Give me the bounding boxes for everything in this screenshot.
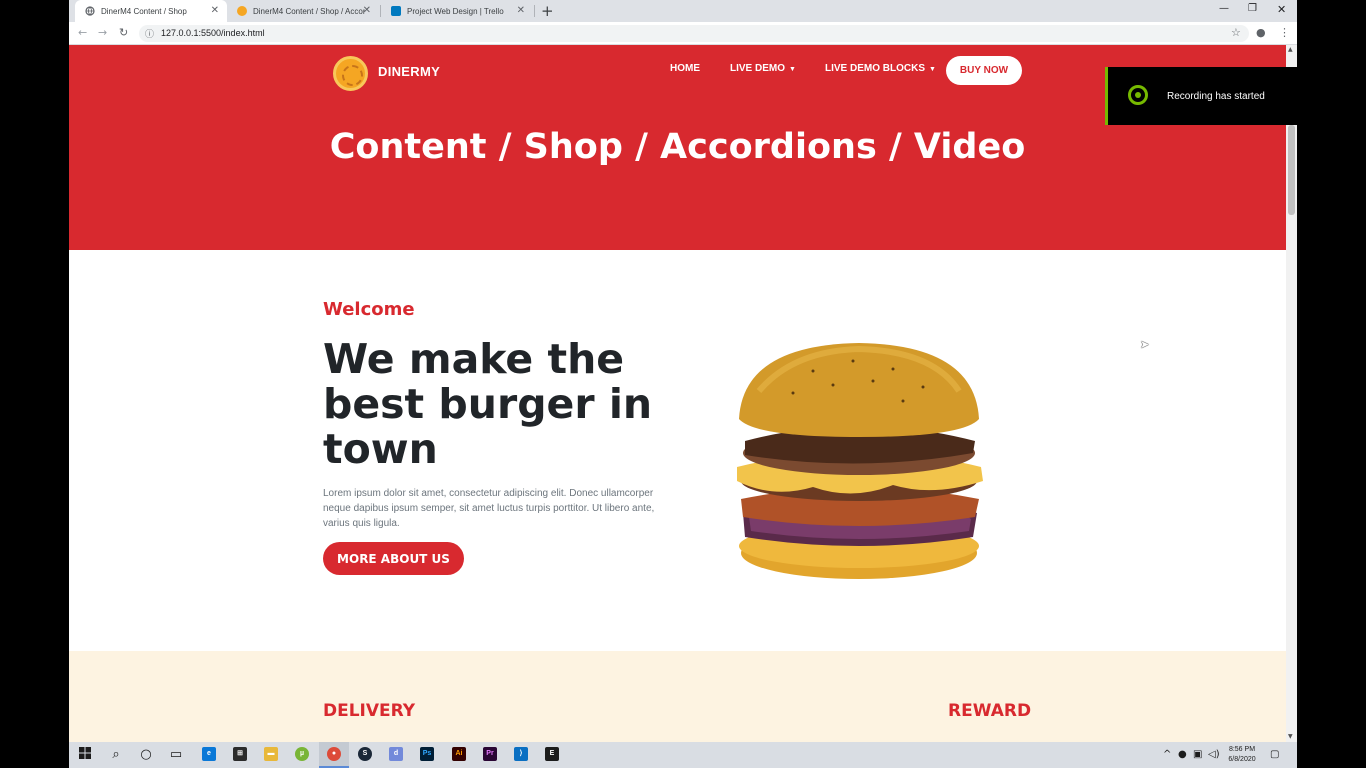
- tab-trello[interactable]: Project Web Design | Trello ✕: [381, 0, 533, 22]
- recording-notification: Recording has started: [1105, 67, 1297, 125]
- scroll-up-icon[interactable]: ▲: [1288, 46, 1293, 53]
- intro-paragraph: Lorem ipsum dolor sit amet, consectetur …: [323, 488, 655, 529]
- cortana-icon[interactable]: ○: [138, 747, 154, 763]
- clock-date: 6/8/2020: [1228, 756, 1256, 763]
- new-tab-icon[interactable]: +: [541, 2, 554, 20]
- file-explorer-icon[interactable]: ▬: [264, 747, 278, 761]
- epic-games-icon[interactable]: E: [545, 747, 559, 761]
- tray-chevron-icon[interactable]: ^: [1163, 749, 1171, 760]
- nav-home[interactable]: HOME: [670, 63, 700, 74]
- profile-icon[interactable]: ●: [1256, 26, 1266, 39]
- vscode-icon[interactable]: ⟩: [514, 747, 528, 761]
- notification-message: Recording has started: [1167, 91, 1265, 102]
- tab-dinerm4-content-shop[interactable]: DinerM4 Content / Shop ✕: [75, 0, 227, 22]
- globe-icon: [85, 6, 95, 16]
- photoshop-icon[interactable]: Ps: [420, 747, 434, 761]
- record-icon: [1128, 85, 1148, 105]
- back-icon[interactable]: ←: [78, 26, 87, 39]
- close-window-icon[interactable]: ✕: [1277, 3, 1286, 16]
- hero-header: DINERMY HOME LIVE DEMO ▼ LIVE DEMO BLOCKS…: [69, 45, 1286, 250]
- address-bar[interactable]: ⓘ 127.0.0.1:5500/index.html: [139, 25, 1249, 42]
- burger-image: [737, 343, 983, 579]
- forward-icon[interactable]: →: [98, 26, 107, 39]
- clock-time: 8:56 PM: [1228, 746, 1256, 753]
- page-scrollbar[interactable]: ▲ ▼: [1286, 45, 1297, 742]
- bookmark-star-icon[interactable]: ☆: [1231, 26, 1241, 39]
- feature-delivery: DELIVERY: [323, 701, 416, 721]
- mouse-cursor-icon: ➤: [1140, 338, 1150, 351]
- premiere-icon[interactable]: Pr: [483, 747, 497, 761]
- scrollbar-thumb[interactable]: [1288, 125, 1295, 215]
- tab-label: Project Web Design | Trello: [407, 6, 504, 16]
- tab-label: DinerM4 Content / Shop: [101, 6, 187, 16]
- tab-dinerm4-accordions[interactable]: DinerM4 Content / Shop / Accor... ✕: [227, 0, 379, 22]
- trello-icon: [391, 6, 401, 16]
- feature-reward: REWARD: [948, 701, 1032, 721]
- chrome-icon[interactable]: ●: [327, 747, 341, 761]
- features-band: DELIVERY REWARD: [69, 651, 1286, 742]
- task-view-icon[interactable]: ▭: [168, 747, 184, 763]
- store-icon[interactable]: ⊞: [233, 747, 247, 761]
- steam-icon[interactable]: S: [358, 747, 372, 761]
- browser-toolbar: ← → ↻ ⓘ 127.0.0.1:5500/index.html ☆ ● ⋮: [69, 22, 1297, 45]
- action-center-icon[interactable]: ▢: [1270, 749, 1279, 760]
- discord-icon[interactable]: d: [389, 747, 403, 761]
- network-icon[interactable]: ▣: [1193, 749, 1202, 760]
- illustrator-icon[interactable]: Ai: [452, 747, 466, 761]
- scroll-down-icon[interactable]: ▼: [1288, 733, 1293, 740]
- welcome-subtitle: Welcome: [323, 299, 415, 320]
- minimize-icon[interactable]: —: [1219, 3, 1229, 14]
- menu-dots-icon[interactable]: ⋮: [1279, 26, 1290, 39]
- nav-live-demo-blocks-label: LIVE DEMO BLOCKS: [825, 63, 926, 74]
- tab-label: DinerM4 Content / Shop / Accor...: [253, 6, 365, 16]
- windows-start-icon[interactable]: [77, 747, 93, 763]
- edge-icon[interactable]: e: [202, 747, 216, 761]
- url-text: 127.0.0.1:5500/index.html: [161, 28, 265, 38]
- buy-now-button[interactable]: BUY NOW: [946, 56, 1022, 85]
- brand-name[interactable]: DINERMY: [378, 64, 440, 79]
- info-icon[interactable]: ⓘ: [145, 27, 154, 40]
- headline: We make the best burger in town: [323, 335, 653, 473]
- pizza-favicon-icon: [237, 6, 247, 16]
- desktop: DinerM4 Content / Shop ✕ DinerM4 Content…: [0, 0, 1366, 768]
- caret-down-icon: ▼: [929, 66, 936, 73]
- caret-down-icon: ▼: [789, 66, 796, 73]
- nav-live-demo[interactable]: LIVE DEMO ▼: [730, 63, 796, 74]
- close-tab-icon[interactable]: ✕: [211, 5, 219, 16]
- close-tab-icon[interactable]: ✕: [363, 5, 371, 16]
- reload-icon[interactable]: ↻: [119, 26, 128, 39]
- pizza-logo-icon[interactable]: [333, 56, 368, 91]
- search-icon[interactable]: ⌕: [108, 747, 124, 763]
- nav-live-demo-label: LIVE DEMO: [730, 63, 786, 74]
- utorrent-icon[interactable]: µ: [295, 747, 309, 761]
- tab-separator: [534, 5, 535, 17]
- volume-icon[interactable]: ◁): [1208, 749, 1220, 760]
- more-about-us-button[interactable]: MORE ABOUT US: [323, 542, 464, 575]
- tab-strip: DinerM4 Content / Shop ✕ DinerM4 Content…: [69, 0, 1297, 22]
- close-tab-icon[interactable]: ✕: [517, 5, 525, 16]
- restore-icon[interactable]: ❐: [1248, 3, 1257, 14]
- microphone-icon[interactable]: ●: [1178, 749, 1187, 760]
- taskbar: ⌕ ○ ▭ e ⊞ ▬ µ ● S d Ps Ai Pr ⟩ E ^ ● ▣ ◁…: [69, 742, 1297, 768]
- nav-live-demo-blocks[interactable]: LIVE DEMO BLOCKS ▼: [825, 63, 936, 74]
- page-viewport: DINERMY HOME LIVE DEMO ▼ LIVE DEMO BLOCKS…: [69, 45, 1286, 742]
- page-title: Content / Shop / Accordions / Video: [329, 127, 1026, 167]
- clock[interactable]: 8:56 PM 6/8/2020: [1222, 745, 1262, 765]
